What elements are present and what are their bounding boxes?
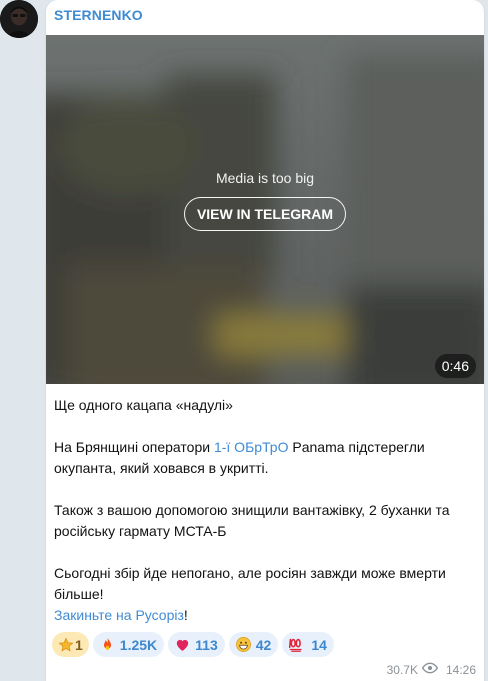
star-icon [58,637,74,653]
message-meta: 30.7K 14:26 [387,662,476,677]
reaction-count: 1.25K [119,636,158,653]
hundred-icon [288,636,307,653]
fire-icon [99,636,116,653]
grin-face-icon [235,636,252,653]
text-paragraph-2: На Брянщині оператори 1-ї ОБрТрО Panama … [54,439,425,476]
reaction-grin[interactable]: 42 [228,632,279,657]
message-time: 14:26 [445,662,476,677]
view-count: 30.7K [386,662,418,677]
text-line-1: Ще одного кацапа «надулі» [54,397,233,413]
reaction-hundred[interactable]: 14 [282,632,334,657]
view-in-telegram-button[interactable]: VIEW IN TELEGRAM [183,197,347,231]
text-paragraph-5: Закиньте на Русоріз! [54,607,188,623]
reaction-fire[interactable]: 1.25K [92,632,165,657]
reactions-bar: 1 1.25K 113 42 14 [52,632,334,657]
eye-icon [421,662,439,677]
reaction-heart[interactable]: 113 [168,632,225,657]
reaction-count: 113 [195,636,218,653]
reaction-count: 14 [311,636,327,653]
media-preview[interactable]: Media is too big VIEW IN TELEGRAM 0:46 [46,35,484,384]
text-paragraph-4: Сьогодні збір йде непогано, але росіян з… [54,565,446,602]
message-text: Ще одного кацапа «надулі» На Брянщині оп… [54,395,476,626]
heart-icon [174,636,191,653]
unit-link[interactable]: 1-ї ОБрТрО [214,439,289,455]
video-duration: 0:46 [434,354,476,378]
reaction-star[interactable]: 1 [52,632,89,657]
text-paragraph-3: Також з вашою допомогою знищили вантажів… [54,502,450,539]
reaction-count: 1 [75,636,83,653]
donate-link[interactable]: Закиньте на Русоріз [54,607,184,623]
reaction-count: 42 [255,636,272,653]
channel-avatar[interactable] [0,0,38,38]
media-too-big-note: Media is too big [215,170,315,186]
message-bubble: STERNENKO Media is too big VIEW IN TELEG… [46,0,484,681]
media-too-big-overlay: Media is too big VIEW IN TELEGRAM [46,170,484,231]
channel-name[interactable]: STERNENKO [54,7,143,23]
